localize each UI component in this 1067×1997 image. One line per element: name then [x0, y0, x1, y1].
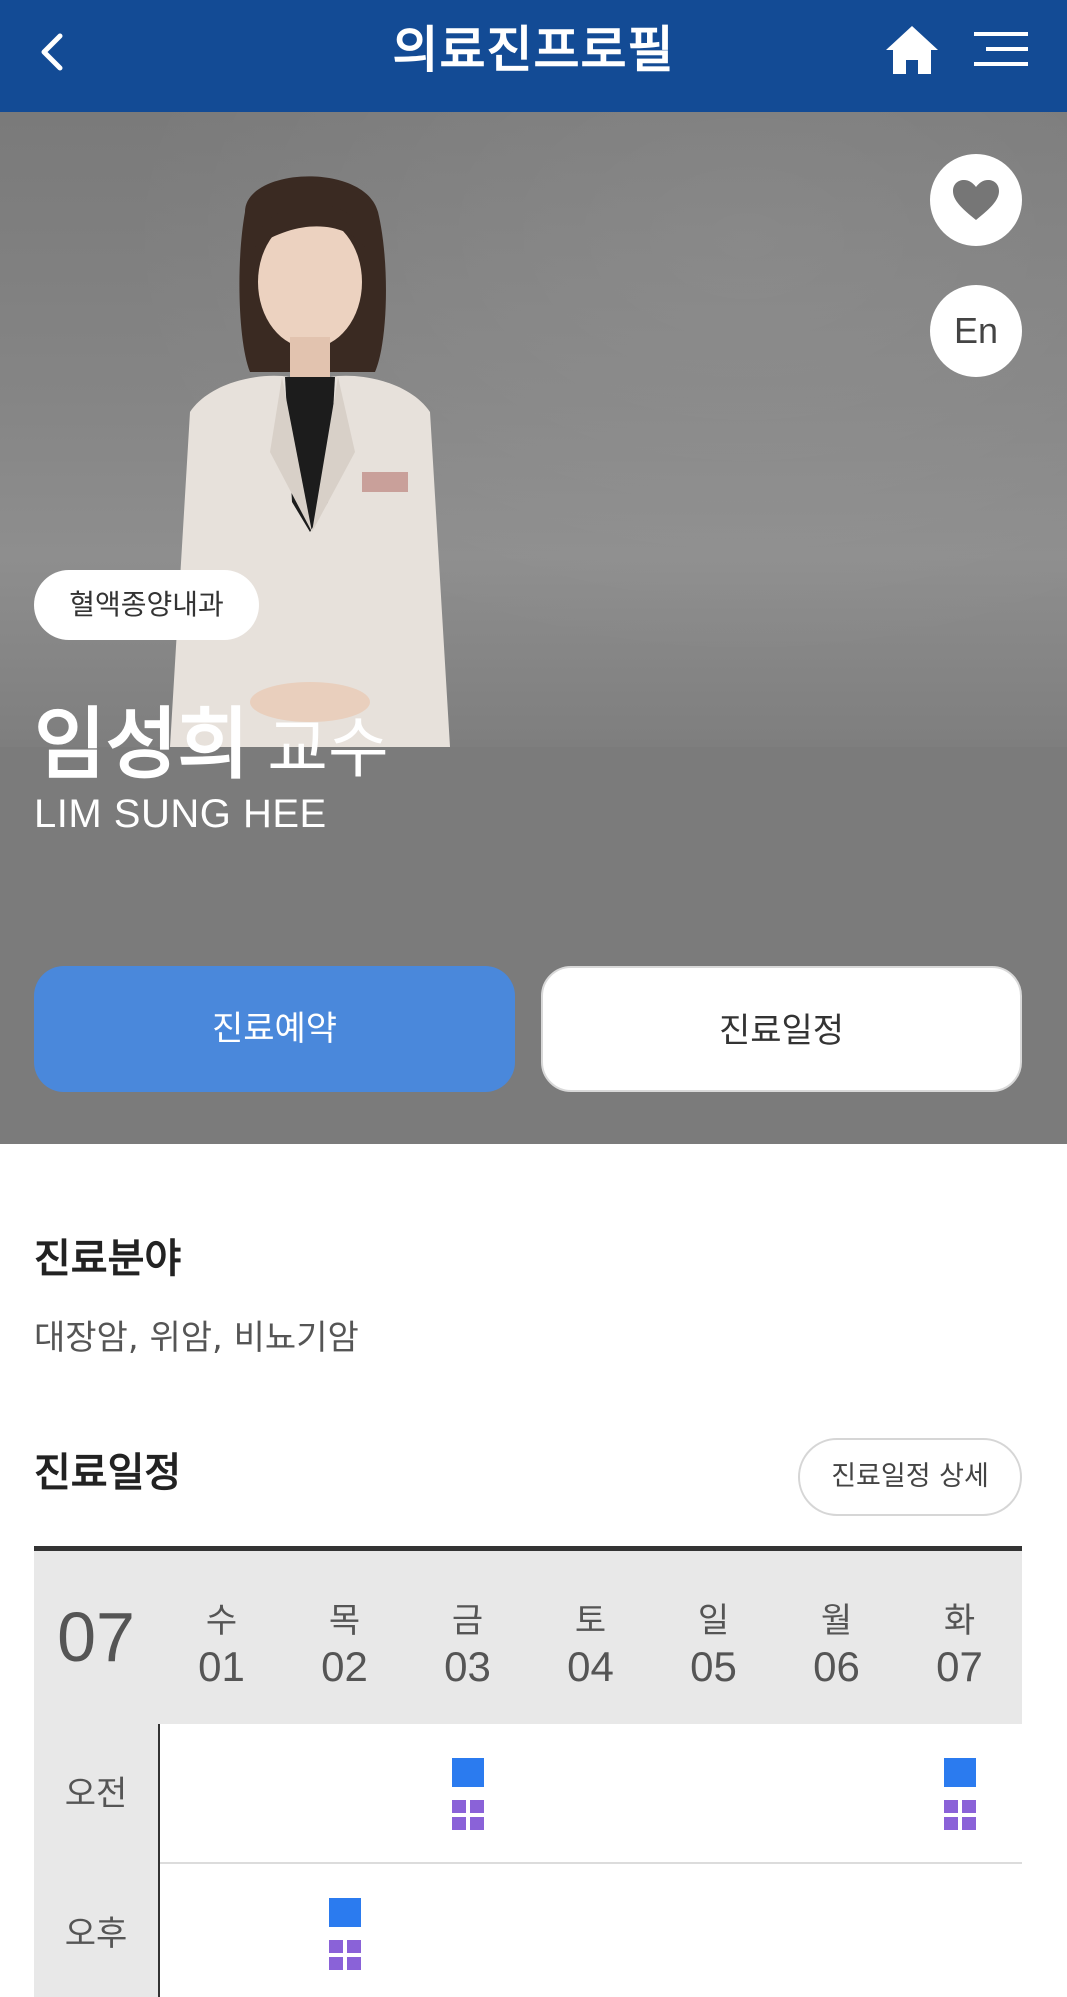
schedule-row-afternoon: 오후	[34, 1864, 1022, 1997]
doctor-name: 임성희	[34, 700, 250, 790]
day-column: 금 03	[406, 1551, 529, 1724]
day-column: 수 01	[160, 1551, 283, 1724]
schedule-heading: 진료일정	[34, 1450, 182, 1496]
specialty-heading: 진료분야	[34, 1236, 182, 1282]
day-of-week: 월	[820, 1601, 853, 1641]
reserve-button[interactable]: 진료예약	[34, 966, 515, 1092]
day-of-week: 목	[328, 1601, 361, 1641]
home-button[interactable]	[882, 22, 942, 78]
menu-button[interactable]	[974, 26, 1034, 72]
schedule-header-row: 07 수 01 목 02 금 03 토 04 일 05 월 06 화 07	[34, 1551, 1022, 1724]
doctor-name-english: LIM SUNG HEE	[34, 792, 327, 836]
row-label-afternoon: 오후	[34, 1864, 158, 1997]
day-of-week: 화	[943, 1601, 976, 1641]
schedule-button[interactable]: 진료일정	[541, 966, 1022, 1092]
day-column: 월 06	[775, 1551, 898, 1724]
clinic-slot[interactable]	[943, 1758, 977, 1830]
clinic-marker-icon	[329, 1898, 361, 1927]
day-date: 05	[690, 1643, 737, 1690]
day-column: 목 02	[283, 1551, 406, 1724]
day-of-week: 일	[697, 1601, 730, 1641]
schedule-row-morning: 오전	[34, 1724, 1022, 1864]
day-of-week: 토	[574, 1601, 607, 1641]
day-date: 04	[567, 1643, 614, 1690]
schedule-table: 07 수 01 목 02 금 03 토 04 일 05 월 06 화 07 오전…	[34, 1546, 1022, 1997]
day-column: 토 04	[529, 1551, 652, 1724]
schedule-detail-button[interactable]: 진료일정 상세	[798, 1438, 1022, 1516]
grid-marker-icon	[329, 1940, 361, 1970]
doctor-title: 교수	[267, 710, 389, 787]
row-divider	[158, 1724, 160, 1864]
top-app-bar: 의료진프로필	[0, 0, 1067, 112]
day-column: 화 07	[898, 1551, 1021, 1724]
doctor-photo	[170, 176, 450, 747]
grid-marker-icon	[452, 1800, 484, 1830]
day-date: 06	[813, 1643, 860, 1690]
day-date: 03	[444, 1643, 491, 1690]
clinic-slot[interactable]	[328, 1898, 362, 1970]
day-date: 02	[321, 1643, 368, 1690]
day-date: 01	[198, 1643, 245, 1690]
doctor-name-line: 임성희 교수	[34, 682, 389, 794]
clinic-slot[interactable]	[451, 1758, 485, 1830]
day-column: 일 05	[652, 1551, 775, 1724]
day-of-week: 금	[451, 1601, 484, 1641]
row-label-morning: 오전	[34, 1724, 158, 1864]
specialty-text: 대장암, 위암, 비뇨기암	[34, 1318, 359, 1358]
language-toggle-button[interactable]: En	[930, 285, 1022, 377]
day-date: 07	[936, 1643, 983, 1690]
clinic-marker-icon	[944, 1758, 976, 1787]
favorite-button[interactable]	[930, 154, 1022, 246]
department-badge: 혈액종양내과	[34, 570, 259, 640]
doctor-profile-hero: En 혈액종양내과 임성희 교수 LIM SUNG HEE 진료예약 진료일정	[0, 112, 1067, 1144]
home-icon	[886, 26, 938, 74]
clinic-marker-icon	[452, 1758, 484, 1787]
day-of-week: 수	[205, 1601, 238, 1641]
row-divider	[158, 1864, 160, 1997]
month-cell: 07	[57, 1598, 135, 1676]
heart-icon	[953, 180, 999, 220]
hamburger-menu-icon	[974, 32, 1028, 66]
grid-marker-icon	[944, 1800, 976, 1830]
